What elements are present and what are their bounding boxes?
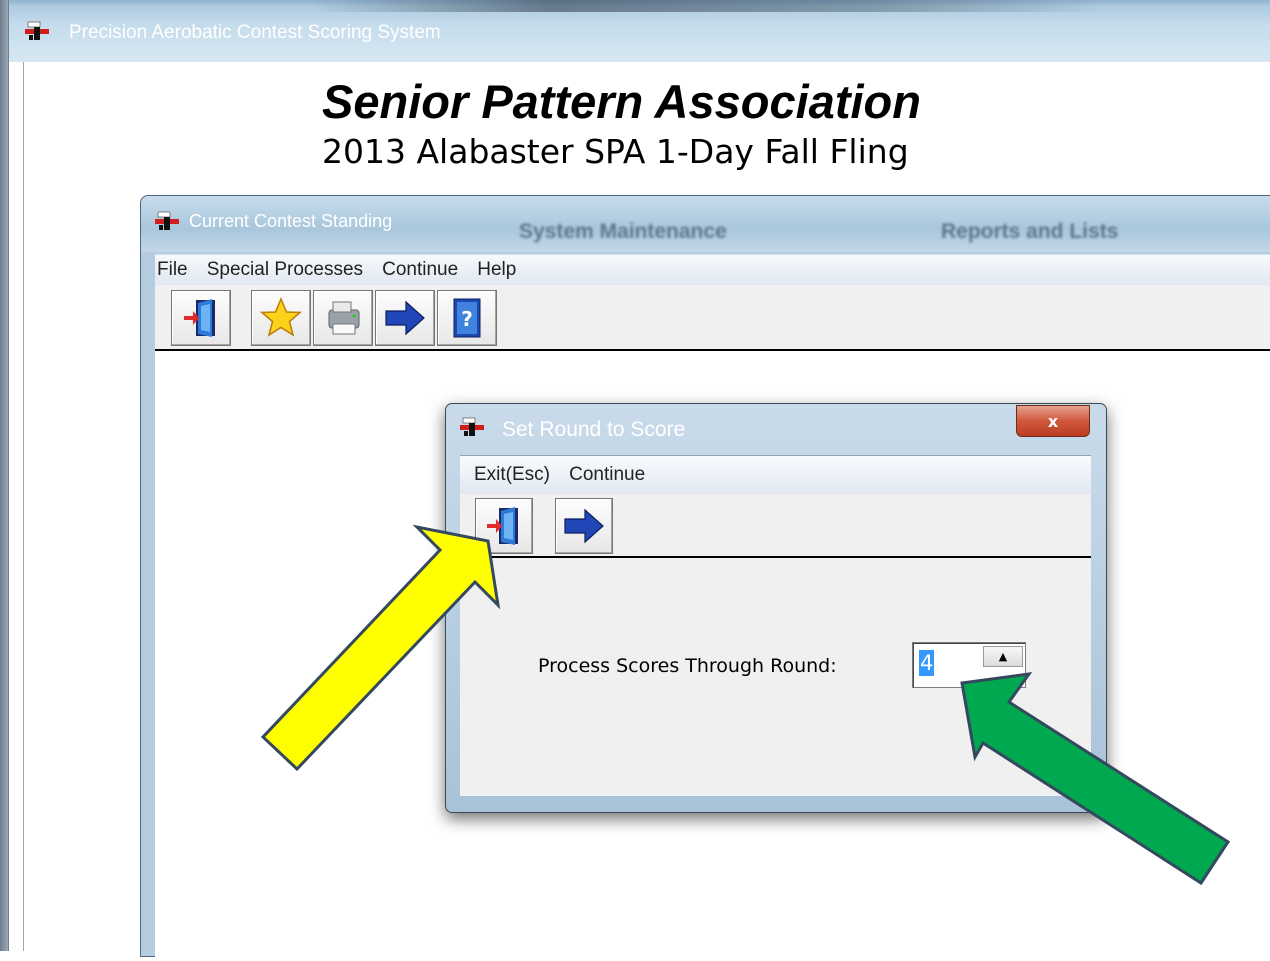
round-input[interactable]: 4 bbox=[919, 650, 935, 676]
spin-up-button[interactable]: ▲ bbox=[983, 646, 1023, 667]
right-arrow-icon bbox=[564, 508, 604, 544]
main-window-title: Precision Aerobatic Contest Scoring Syst… bbox=[69, 22, 441, 43]
close-icon: x bbox=[1047, 411, 1059, 431]
main-title-bar[interactable]: Precision Aerobatic Contest Scoring Syst… bbox=[9, 0, 1270, 62]
favorite-button[interactable] bbox=[251, 290, 311, 346]
continue-button[interactable] bbox=[375, 290, 435, 346]
exit-door-icon bbox=[487, 507, 518, 545]
menu-file[interactable]: File bbox=[157, 255, 188, 281]
round-spinner[interactable]: 4 ▲ bbox=[912, 642, 1026, 688]
menu-continue[interactable]: Continue bbox=[382, 255, 458, 281]
menu-help[interactable]: Help bbox=[477, 255, 516, 281]
app-logo-icon bbox=[155, 211, 179, 230]
tab-reports-and-lists[interactable]: Reports and Lists bbox=[941, 220, 1118, 244]
menu-exit-esc[interactable]: Exit(Esc) bbox=[474, 456, 550, 486]
exit-button[interactable] bbox=[171, 290, 231, 346]
app-logo-icon bbox=[460, 417, 484, 436]
dialog-menu-bar: Exit(Esc) Continue bbox=[460, 455, 1091, 494]
dialog-client-area: Process Scores Through Round: 4 ▲ bbox=[460, 558, 1091, 796]
exit-door-icon bbox=[184, 299, 215, 337]
print-button[interactable] bbox=[313, 290, 373, 346]
menu-continue[interactable]: Continue bbox=[569, 456, 645, 486]
printer-icon bbox=[328, 301, 360, 335]
app-logo-icon bbox=[25, 21, 49, 40]
exit-button[interactable] bbox=[475, 498, 533, 554]
standings-menu-bar: File Special Processes Continue Help bbox=[155, 254, 1270, 285]
contest-name: 2013 Alabaster SPA 1-Day Fall Fling bbox=[322, 132, 909, 171]
help-button[interactable]: ? bbox=[437, 290, 497, 346]
help-book-icon: ? bbox=[453, 298, 481, 338]
chevron-up-icon: ▲ bbox=[998, 650, 1008, 663]
standings-title-bar[interactable]: Current Contest Standing System Maintena… bbox=[141, 196, 1270, 252]
star-icon bbox=[259, 296, 303, 337]
close-button[interactable]: x bbox=[1016, 405, 1090, 437]
continue-button[interactable] bbox=[555, 498, 613, 554]
svg-text:?: ? bbox=[461, 307, 473, 331]
association-title: Senior Pattern Association bbox=[322, 75, 921, 128]
menu-special-processes[interactable]: Special Processes bbox=[207, 255, 363, 281]
standings-window-title: Current Contest Standing bbox=[189, 211, 393, 231]
right-arrow-icon bbox=[385, 300, 425, 336]
round-field-label: Process Scores Through Round: bbox=[538, 655, 837, 677]
dialog-title: Set Round to Score bbox=[502, 418, 686, 441]
standings-toolbar: ? bbox=[155, 285, 1270, 351]
dialog-toolbar bbox=[460, 494, 1091, 558]
tab-system-maintenance[interactable]: System Maintenance bbox=[519, 220, 727, 244]
set-round-dialog: Set Round to Score x Exit(Esc) Continue … bbox=[445, 403, 1107, 813]
